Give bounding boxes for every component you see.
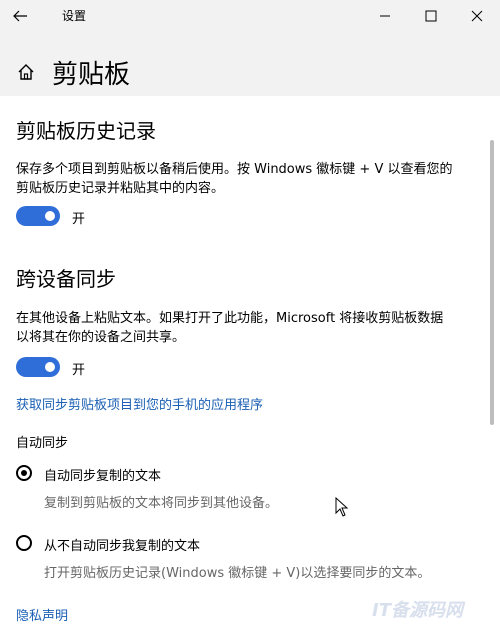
- title-bar: 设置: [0, 0, 500, 32]
- auto-sync-option-description: 复制到剪贴板的文本将同步到其他设备。: [44, 496, 279, 511]
- sync-heading: 跨设备同步: [16, 267, 116, 291]
- auto-sync-radio[interactable]: [16, 465, 32, 481]
- privacy-statement-link[interactable]: 隐私声明: [16, 605, 68, 624]
- scrollbar[interactable]: [490, 140, 494, 425]
- back-button[interactable]: [8, 4, 32, 28]
- minimize-button[interactable]: [362, 0, 408, 32]
- auto-sync-label: 自动同步: [16, 436, 69, 451]
- never-sync-radio[interactable]: [16, 535, 32, 551]
- minimize-icon: [380, 15, 390, 17]
- maximize-icon: [425, 10, 437, 22]
- sync-toggle[interactable]: [16, 357, 60, 377]
- back-arrow-icon: [13, 10, 27, 22]
- clipboard-history-heading: 剪贴板历史记录: [16, 119, 156, 143]
- never-sync-option-label[interactable]: 从不自动同步我复制的文本: [44, 535, 200, 554]
- sync-description: 在其他设备上粘贴文本。如果打开了此功能，Microsoft 将接收剪贴板数据以将…: [16, 311, 444, 345]
- sync-toggle-label: 开: [72, 363, 86, 378]
- mouse-cursor-icon: [335, 496, 349, 521]
- never-sync-option-description: 打开剪贴板历史记录(Windows 徽标键 + V)以选择要同步的文本。: [44, 566, 431, 581]
- clipboard-history-description: 保存多个项目到剪贴板以备稍后使用。按 Windows 徽标键 + V 以查看您的…: [16, 162, 453, 196]
- page-title: 剪贴板: [52, 60, 131, 90]
- home-button[interactable]: [16, 62, 36, 86]
- watermark: IT备源码网: [372, 600, 463, 621]
- window-title: 设置: [62, 9, 87, 23]
- get-app-link[interactable]: 获取同步剪贴板项目到您的手机的应用程序: [16, 394, 263, 413]
- page-header: 剪贴板: [0, 32, 500, 96]
- maximize-button[interactable]: [408, 0, 454, 32]
- close-button[interactable]: [454, 0, 500, 32]
- clipboard-history-toggle-label: 开: [72, 212, 86, 227]
- clipboard-history-toggle[interactable]: [16, 206, 60, 226]
- settings-content: 剪贴板历史记录 保存多个项目到剪贴板以备稍后使用。按 Windows 徽标键 +…: [0, 96, 486, 629]
- home-icon: [18, 64, 34, 80]
- auto-sync-option-label[interactable]: 自动同步复制的文本: [44, 465, 161, 484]
- close-icon: [471, 10, 483, 22]
